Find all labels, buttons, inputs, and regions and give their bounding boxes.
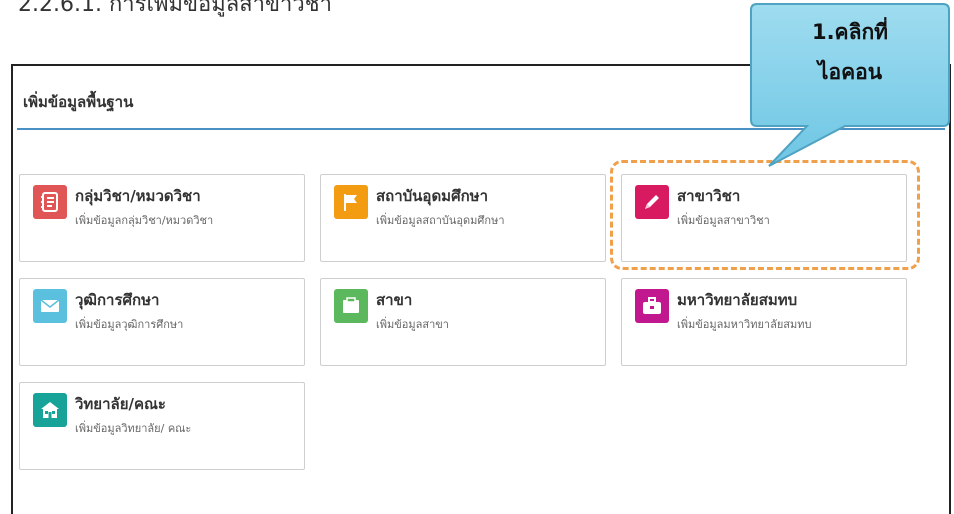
card-qualification[interactable]: วุฒิการศึกษา เพิ่มข้อมูลวุฒิการศึกษา	[19, 278, 305, 366]
card-title: สถาบันอุดมศึกษา	[376, 187, 488, 205]
pencil-icon	[635, 185, 669, 219]
panel-divider	[17, 128, 945, 130]
envelope-icon	[33, 289, 67, 323]
card-subtitle: เพิ่มข้อมูลมหาวิทยาลัยสมทบ	[677, 318, 812, 331]
card-subtitle: เพิ่มข้อมูลกลุ่มวิชา/หมวดวิชา	[75, 214, 214, 227]
card-major[interactable]: สาขาวิชา เพิ่มข้อมูลสาขาวิชา	[621, 174, 907, 262]
card-college-faculty[interactable]: วิทยาลัย/คณะ เพิ่มข้อมูลวิทยาลัย/ คณะ	[19, 382, 305, 470]
card-title: สาขาวิชา	[677, 187, 741, 205]
card-title: กลุ่มวิชา/หมวดวิชา	[75, 187, 201, 205]
card-subject-group[interactable]: กลุ่มวิชา/หมวดวิชา เพิ่มข้อมูลกลุ่มวิชา/…	[19, 174, 305, 262]
callout-line-2: ไอคอน	[817, 60, 883, 84]
briefcase-icon	[635, 289, 669, 323]
card-title: วิทยาลัย/คณะ	[75, 395, 166, 413]
callout-text: 1.คลิกที่ ไอคอน	[755, 12, 945, 92]
callout-line-1: 1.คลิกที่	[811, 20, 889, 44]
card-title: มหาวิทยาลัยสมทบ	[677, 291, 798, 309]
card-subtitle: เพิ่มข้อมูลวุฒิการศึกษา	[75, 318, 184, 331]
panel-title: เพิ่มข้อมูลพื้นฐาน	[23, 93, 134, 111]
card-subtitle: เพิ่มข้อมูลสาขา	[376, 318, 449, 331]
card-title: สาขา	[376, 291, 413, 309]
card-subtitle: เพิ่มข้อมูลสาขาวิชา	[677, 214, 770, 227]
card-branch[interactable]: สาขา เพิ่มข้อมูลสาขา	[320, 278, 606, 366]
card-affiliated-university[interactable]: มหาวิทยาลัยสมทบ เพิ่มข้อมูลมหาวิทยาลัยสม…	[621, 278, 907, 366]
document-heading: 2.2.6.1. การเพิ่มข้อมูลสาขาวิชา	[18, 0, 333, 17]
card-subtitle: เพิ่มข้อมูลวิทยาลัย/ คณะ	[75, 422, 192, 435]
card-title: วุฒิการศึกษา	[75, 291, 160, 309]
flag-icon	[334, 185, 368, 219]
card-subtitle: เพิ่มข้อมูลสถาบันอุดมศึกษา	[376, 214, 505, 227]
card-institution[interactable]: สถาบันอุดมศึกษา เพิ่มข้อมูลสถาบันอุดมศึก…	[320, 174, 606, 262]
notebook-icon	[33, 185, 67, 219]
inbox-icon	[334, 289, 368, 323]
building-icon	[33, 393, 67, 427]
